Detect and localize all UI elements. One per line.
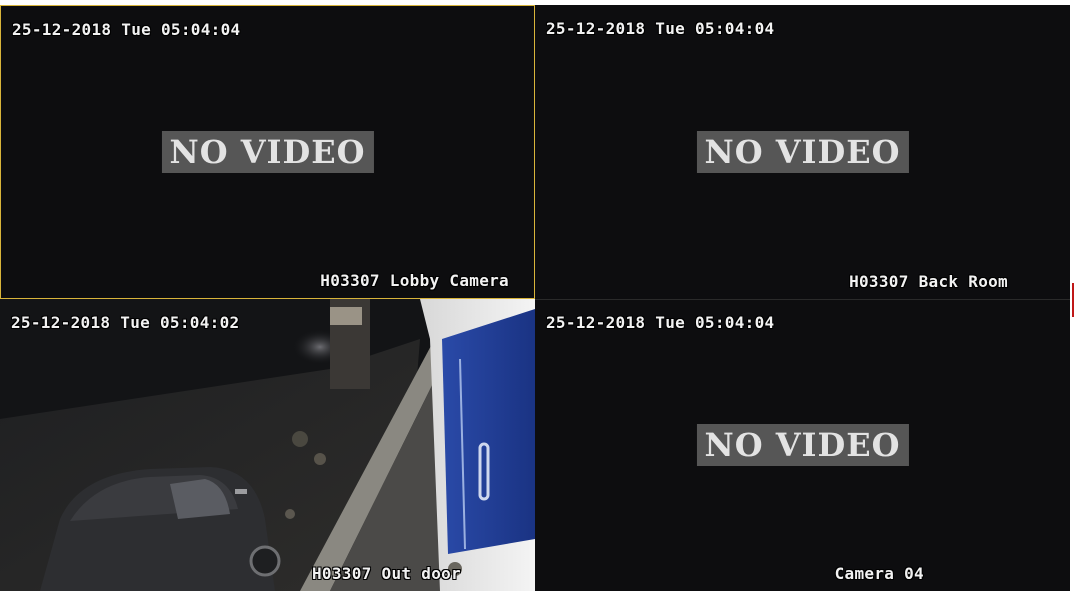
camera-timestamp: 25-12-2018 Tue 05:04:04	[546, 19, 775, 38]
no-video-badge: NO VIDEO	[696, 131, 909, 173]
camera-tile-lobby[interactable]: 25-12-2018 Tue 05:04:04 NO VIDEO H03307 …	[0, 5, 535, 299]
grid-divider	[535, 299, 1070, 300]
camera-name: H03307 Lobby Camera	[320, 271, 509, 290]
no-video-badge: NO VIDEO	[161, 131, 374, 173]
camera-timestamp: 25-12-2018 Tue 05:04:02	[11, 313, 240, 332]
camera-grid: 25-12-2018 Tue 05:04:04 NO VIDEO H03307 …	[0, 5, 1070, 591]
camera-name: Camera 04	[834, 564, 924, 583]
camera-name: H03307 Back Room	[849, 272, 1008, 291]
camera-tile-back-room[interactable]: 25-12-2018 Tue 05:04:04 NO VIDEO H03307 …	[535, 5, 1070, 299]
camera-timestamp: 25-12-2018 Tue 05:04:04	[12, 20, 241, 39]
camera-timestamp: 25-12-2018 Tue 05:04:04	[546, 313, 775, 332]
camera-tile-out-door[interactable]: 25-12-2018 Tue 05:04:02 H03307 Out door	[0, 299, 535, 591]
camera-tile-04[interactable]: 25-12-2018 Tue 05:04:04 NO VIDEO Camera …	[535, 299, 1070, 591]
outdoor-video-feed	[0, 299, 535, 591]
no-video-badge: NO VIDEO	[696, 424, 909, 466]
camera-name: H03307 Out door	[312, 564, 461, 583]
